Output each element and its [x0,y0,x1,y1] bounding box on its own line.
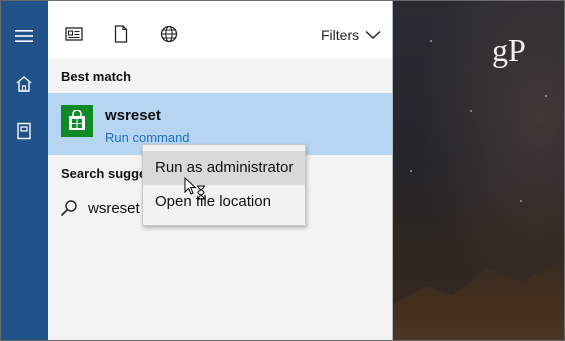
menu-item-run-as-administrator[interactable]: Run as administrator [143,151,305,185]
documents-filter-button[interactable] [110,23,132,45]
search-toolbar: Filters [48,0,392,58]
menu-item-label: Open file location [155,193,271,210]
search-icon [60,200,77,217]
notebook-icon [17,122,31,140]
best-match-heading: Best match [61,69,132,84]
watermark-text: gP [492,32,526,68]
store-bag-icon [69,110,85,130]
context-menu: Run as administrator Open file location [142,144,306,226]
star [470,110,472,112]
document-icon [114,25,128,43]
globe-icon [160,25,178,43]
hamburger-menu-button[interactable] [8,20,40,52]
star [545,95,547,97]
menu-item-label: Run as administrator [155,159,294,176]
gp-watermark-logo: gP [492,30,534,70]
filters-dropdown[interactable]: Filters [321,24,381,46]
home-button[interactable] [8,68,40,100]
notebook-button[interactable] [8,115,40,147]
hamburger-menu-icon [15,30,33,42]
star [520,200,522,202]
app-tile [61,105,93,137]
filters-label: Filters [321,27,360,43]
apps-filter-button[interactable] [63,23,85,45]
suggestion-item[interactable]: wsreset [60,196,140,220]
result-title: wsreset [105,107,161,124]
start-left-rail [0,0,48,341]
chevron-down-icon [365,30,381,39]
home-icon [16,76,32,92]
menu-item-open-file-location[interactable]: Open file location [143,185,305,219]
web-filter-button[interactable] [158,23,180,45]
suggestion-text: wsreset [88,199,140,217]
star [410,170,412,172]
star [430,40,432,42]
search-suggestions-heading: Search sugges [61,166,154,181]
result-subtitle: Run command [105,130,190,145]
news-app-icon [65,27,83,41]
busy-cursor-icon [184,177,205,200]
